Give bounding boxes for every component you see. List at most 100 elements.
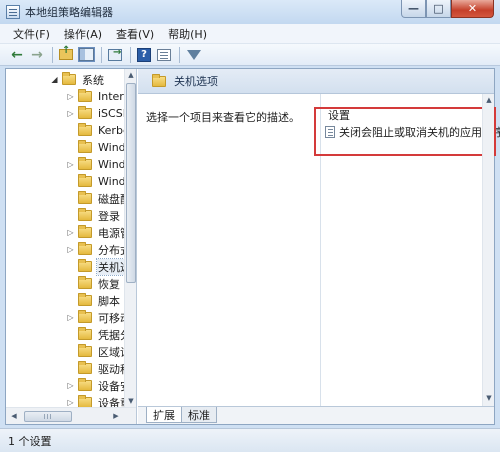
tree-item[interactable]: 凭据分 xyxy=(66,326,124,343)
tree-item-label: 关机选 xyxy=(96,257,124,276)
minimize-button[interactable]: — xyxy=(401,0,426,18)
tree-item[interactable]: ▷ Intern xyxy=(66,88,124,105)
collapsed-triangle-icon[interactable]: ▷ xyxy=(66,92,75,101)
collapsed-triangle-icon[interactable]: ▷ xyxy=(66,313,75,322)
collapsed-triangle-icon[interactable]: ▷ xyxy=(66,160,75,169)
tree-item[interactable]: 恢复 xyxy=(66,275,121,292)
tree-horizontal-scrollbar[interactable]: ◀ III ▶ xyxy=(6,407,136,424)
folder-icon xyxy=(78,395,92,407)
tree-item-label: 设备重 xyxy=(98,396,124,408)
console-tree-icon xyxy=(77,47,95,62)
folder-icon xyxy=(78,174,92,187)
properties-button[interactable] xyxy=(155,46,173,64)
scroll-right-arrow-icon[interactable]: ▶ xyxy=(110,410,122,422)
close-button[interactable]: ✕ xyxy=(451,0,494,18)
export-list-icon xyxy=(108,47,122,61)
toolbar-separator xyxy=(130,46,131,63)
tree-item[interactable]: 脚本 xyxy=(66,292,121,309)
folder-icon xyxy=(78,89,92,102)
tree-item[interactable]: Windo xyxy=(66,173,124,190)
tree-item[interactable]: ▷ iSCSI xyxy=(66,105,124,122)
tree-item[interactable]: 驱动程 xyxy=(66,360,124,377)
tree-vertical-scrollbar[interactable]: ▲ ▼ xyxy=(124,69,136,407)
back-arrow-icon[interactable]: ← xyxy=(8,46,26,64)
menu-help[interactable]: 帮助(H) xyxy=(161,26,214,42)
menu-action[interactable]: 操作(A) xyxy=(57,26,109,42)
tree-item[interactable]: 区域设 xyxy=(66,343,124,360)
details-pane: 关机选项 选择一个项目来查看它的描述。 设置 关闭会阻止或取消关机的应用程序的 … xyxy=(138,69,500,424)
tree-item-label: iSCSI xyxy=(98,107,124,120)
collapsed-triangle-icon[interactable]: ▷ xyxy=(66,381,75,390)
details-title: 关机选项 xyxy=(174,75,218,88)
folder-icon xyxy=(78,208,92,221)
folder-icon xyxy=(78,259,92,272)
description-text: 选择一个项目来查看它的描述。 xyxy=(146,111,300,124)
help-button[interactable]: ? xyxy=(135,46,153,64)
scroll-down-arrow-icon[interactable]: ▼ xyxy=(125,395,136,407)
tab-standard[interactable]: 标准 xyxy=(181,407,217,423)
collapsed-triangle-icon[interactable]: ▷ xyxy=(66,245,75,254)
tree-item[interactable]: ◢ 系统 xyxy=(50,71,105,88)
tree-item[interactable]: ▷ 电源管 xyxy=(66,224,124,241)
toolbar-separator xyxy=(179,46,180,63)
scroll-up-arrow-icon[interactable]: ▲ xyxy=(125,69,136,81)
collapsed-triangle-icon[interactable]: ▷ xyxy=(66,398,75,407)
up-folder-button[interactable] xyxy=(57,45,75,64)
filter-button[interactable] xyxy=(184,46,202,64)
tree-item[interactable]: Kerbe xyxy=(66,122,124,139)
folder-icon xyxy=(78,242,92,255)
forward-arrow-icon[interactable]: → xyxy=(28,46,46,64)
tree-item[interactable]: 登录 xyxy=(66,207,121,224)
details-vertical-scrollbar[interactable]: ▲ ▼ xyxy=(482,94,494,406)
collapsed-triangle-icon[interactable]: ▷ xyxy=(66,109,75,118)
console-tree: ◢ 系统 ▷ Intern ▷ iSCSI Kerbe Windo ▷ Windo Windo 磁盘配… xyxy=(6,69,124,407)
tree-item[interactable]: ▷ 分布式 xyxy=(66,241,124,258)
tree-item-label: Windo xyxy=(98,158,124,171)
tree-item-label: 登录 xyxy=(98,209,120,223)
tab-extended[interactable]: 扩展 xyxy=(146,407,182,423)
tree-item[interactable]: Windo xyxy=(66,139,124,156)
tree-item-label: 电源管 xyxy=(98,226,124,240)
folder-icon xyxy=(78,293,92,306)
folder-icon xyxy=(78,191,92,204)
maximize-button[interactable]: □ xyxy=(426,0,451,18)
toolbar-separator xyxy=(52,46,53,63)
tree-item[interactable]: 关机选 xyxy=(66,257,124,276)
window-title: 本地组策略编辑器 xyxy=(25,6,113,19)
tree-vscroll-thumb[interactable] xyxy=(126,83,136,283)
tree-item[interactable]: ▷ 设备安 xyxy=(66,377,124,394)
folder-icon xyxy=(78,361,92,374)
console-tree-pane: ◢ 系统 ▷ Intern ▷ iSCSI Kerbe Windo ▷ Windo Windo 磁盘配… xyxy=(6,69,137,424)
scroll-up-arrow-icon[interactable]: ▲ xyxy=(483,94,495,106)
expanded-triangle-icon[interactable]: ◢ xyxy=(50,75,59,84)
scroll-left-arrow-icon[interactable]: ◀ xyxy=(8,410,20,422)
tree-item-label: 恢复 xyxy=(98,277,120,291)
tree-item-label: Windo xyxy=(98,141,124,154)
tree-item[interactable]: ▷ 设备重 xyxy=(66,394,124,407)
folder-icon xyxy=(78,157,92,170)
tree-item-label: 分布式 xyxy=(98,243,124,257)
tree-item[interactable]: ▷ Windo xyxy=(66,156,124,173)
menu-view[interactable]: 查看(V) xyxy=(109,26,161,42)
collapsed-triangle-icon[interactable]: ▷ xyxy=(66,228,75,237)
tree-item-label: 驱动程 xyxy=(98,362,124,376)
export-list-button[interactable] xyxy=(106,46,124,64)
scroll-down-arrow-icon[interactable]: ▼ xyxy=(483,392,495,404)
folder-icon xyxy=(78,327,92,340)
folder-icon xyxy=(62,72,76,85)
menu-file[interactable]: 文件(F) xyxy=(6,26,57,42)
tree-item-label: 系统 xyxy=(82,73,104,87)
toolbar-separator xyxy=(101,46,102,63)
tree-hscroll-thumb[interactable]: III xyxy=(24,411,72,422)
tree-item[interactable]: 磁盘配 xyxy=(66,190,124,207)
tree-item-label: 设备安 xyxy=(98,379,124,393)
tree-item-label: Windo xyxy=(98,175,124,188)
tree-item[interactable]: ▷ 可移动 xyxy=(66,309,124,326)
folder-icon xyxy=(78,310,92,323)
folder-icon xyxy=(78,276,92,289)
show-hide-tree-button[interactable] xyxy=(77,46,95,64)
